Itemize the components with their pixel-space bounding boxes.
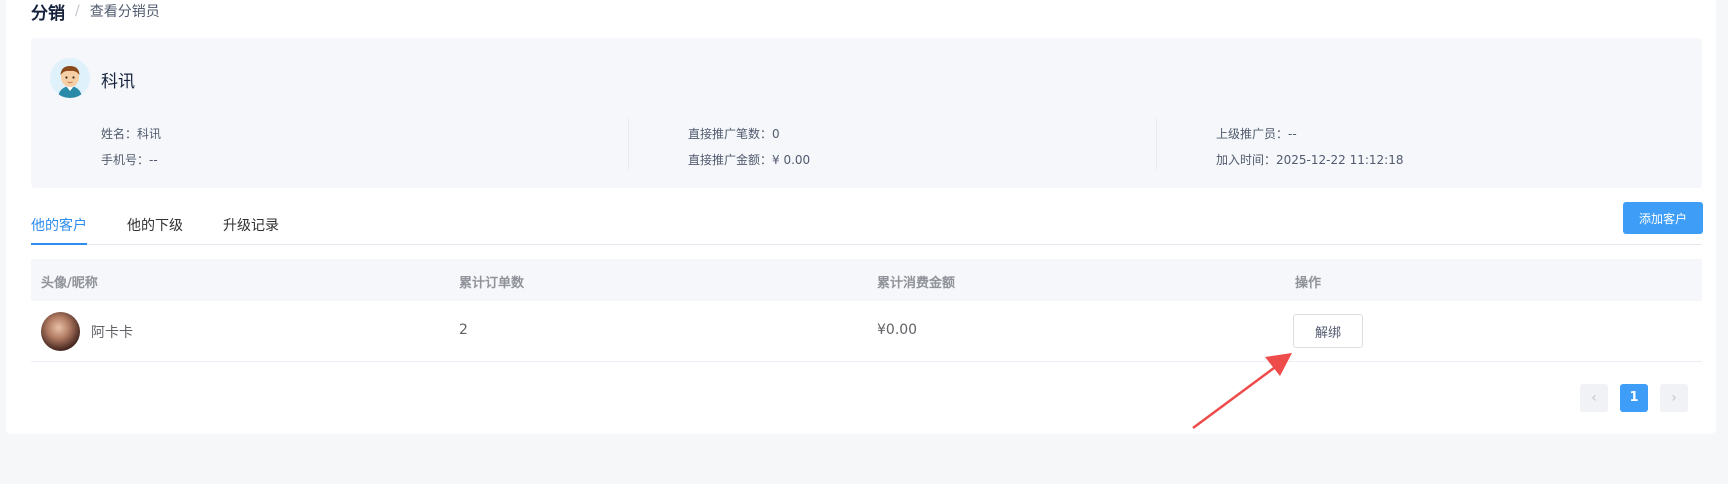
breadcrumb-separator: / [75,3,80,19]
table-header: 头像/昵称 累计订单数 累计消费金额 操作 [31,259,1702,301]
orders-value: 0 [772,127,780,141]
customer-orders: 2 [459,322,468,338]
breadcrumb-current: 查看分销员 [89,4,160,20]
column-header-actions: 操作 [1295,276,1322,291]
pagination: ‹ 1 › [1580,384,1696,412]
page-number-current[interactable]: 1 [1620,384,1648,412]
amount-label: 直接推广金额： [688,153,773,167]
tabs: 他的客户 他的下级 升级记录 [31,204,1702,245]
tab-customers[interactable]: 他的客户 [31,215,87,235]
name-value: 科讯 [137,127,162,141]
user-avatar-icon [50,58,90,98]
info-column-basic: 姓名：科讯 手机号：-- [101,121,161,173]
join-time-value: 2025-12-22 11:12:18 [1276,153,1404,167]
table-row: 阿卡卡 2 ¥0.00 解绑 [31,301,1702,362]
orders-label: 直接推广笔数： [688,127,773,141]
amount-value: ¥ 0.00 [772,153,811,167]
content-card: 分销 / 查看分销员 科讯 姓名：科讯 手机号：-- 直接推广笔数：0 直接推广 [6,0,1716,434]
parent-value: -- [1288,127,1297,141]
info-divider [628,118,629,170]
breadcrumb-root[interactable]: 分销 [31,0,65,24]
column-header-amount: 累计消费金额 [877,276,956,291]
parent-label: 上级推广员： [1216,127,1289,141]
customers-table: 头像/昵称 累计订单数 累计消费金额 操作 阿卡卡 2 ¥0.00 解绑 [31,259,1702,362]
info-column-relation: 上级推广员：-- 加入时间：2025-12-22 11:12:18 [1216,121,1403,173]
distributor-info-panel: 科讯 姓名：科讯 手机号：-- 直接推广笔数：0 直接推广金额：¥ 0.00 上… [31,38,1702,188]
next-page-button[interactable]: › [1660,384,1688,412]
column-header-avatar-nickname: 头像/昵称 [41,276,98,291]
info-divider [1156,118,1157,170]
chevron-right-icon: › [1671,390,1677,406]
add-customer-button[interactable]: 添加客户 [1623,202,1703,234]
customer-nickname: 阿卡卡 [91,325,133,341]
name-label: 姓名： [101,127,138,141]
prev-page-button[interactable]: ‹ [1580,384,1608,412]
phone-value: -- [149,153,158,167]
tab-upgrade-records[interactable]: 升级记录 [223,215,279,235]
avatar [50,58,90,98]
column-header-orders: 累计订单数 [459,276,525,291]
tab-subordinates[interactable]: 他的下级 [127,215,183,235]
join-time-label: 加入时间： [1216,153,1277,167]
info-column-promotion: 直接推广笔数：0 直接推广金额：¥ 0.00 [688,121,810,173]
user-name: 科讯 [101,72,135,92]
chevron-left-icon: ‹ [1591,390,1597,406]
phone-label: 手机号： [101,153,150,167]
customer-amount: ¥0.00 [877,322,918,338]
tab-active-indicator [31,243,87,245]
unbind-button[interactable]: 解绑 [1293,314,1363,348]
customer-avatar [41,312,80,351]
breadcrumb: 分销 / 查看分销员 [31,0,160,24]
